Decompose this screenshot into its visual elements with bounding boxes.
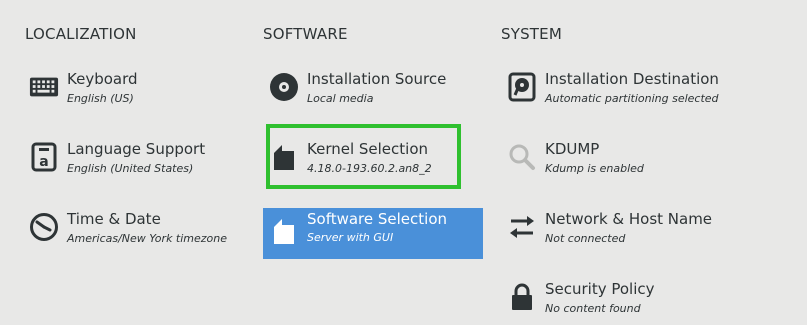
destination-status: Automatic partitioning selected [545,92,719,105]
language-support-spoke[interactable]: a Language Support English (United State… [23,133,243,183]
language-title: Language Support [67,140,206,158]
time-date-spoke[interactable]: Time & Date Americas/New York timezone [23,203,243,253]
language-status: English (United States) [67,162,194,175]
svg-text:a: a [39,154,48,170]
language-icon: a [29,142,59,172]
software-selection-spoke[interactable]: Software Selection Server with GUI [263,208,483,259]
network-arrows-icon [507,212,537,242]
keyboard-icon [29,72,59,102]
keyboard-title: Keyboard [67,70,138,88]
installation-destination-spoke[interactable]: Installation Destination Automatic parti… [501,63,801,113]
installation-source-spoke[interactable]: Installation Source Local media [263,63,483,113]
installation-source-title: Installation Source [307,70,447,88]
kdump-spoke[interactable]: KDUMP Kdump is enabled [501,133,801,183]
harddisk-icon [507,72,537,102]
security-status: No content found [545,302,641,315]
network-hostname-spoke[interactable]: Network & Host Name Not connected [501,203,801,253]
time-title: Time & Date [67,210,161,228]
package-icon [269,216,299,246]
keyboard-spoke[interactable]: Keyboard English (US) [23,63,243,113]
magnifier-icon [507,142,537,172]
time-status: Americas/New York timezone [67,232,228,245]
keyboard-status: English (US) [67,92,134,105]
system-heading: SYSTEM [501,25,562,43]
installation-source-status: Local media [307,92,374,105]
software-status: Server with GUI [307,231,394,244]
network-title: Network & Host Name [545,210,713,228]
destination-title: Installation Destination [545,70,719,88]
security-policy-spoke[interactable]: Security Policy No content found [501,273,801,323]
network-status: Not connected [545,232,626,245]
localization-heading: LOCALIZATION [25,25,137,43]
software-title: Software Selection [307,210,448,228]
security-title: Security Policy [545,280,655,298]
software-heading: SOFTWARE [263,25,348,43]
disc-icon [269,72,299,102]
kdump-title: KDUMP [545,140,600,158]
kdump-status: Kdump is enabled [545,162,644,175]
kernel-selection-highlight [266,124,461,189]
lock-icon [507,282,537,312]
clock-icon [29,212,59,242]
